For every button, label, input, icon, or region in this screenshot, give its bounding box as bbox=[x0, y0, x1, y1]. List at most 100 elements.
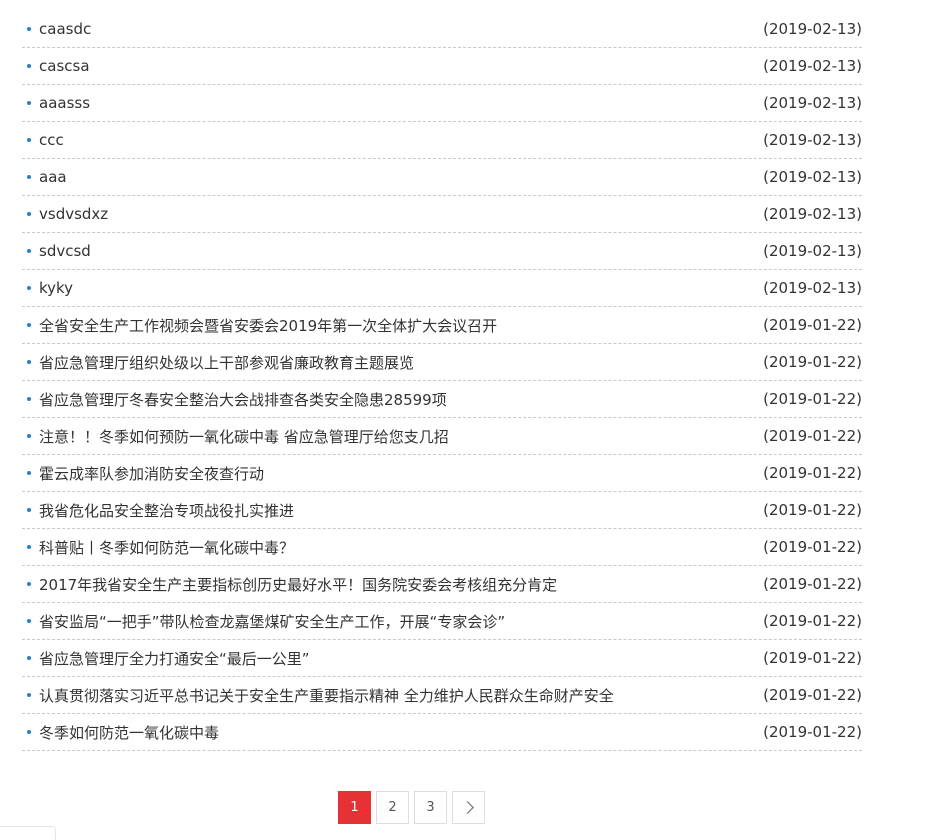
news-title-link[interactable]: kyky bbox=[39, 279, 73, 297]
bullet-icon bbox=[27, 471, 31, 475]
news-title-link[interactable]: cascsa bbox=[39, 57, 90, 75]
news-list-item[interactable]: 省应急管理厅组织处级以上干部参观省廉政教育主题展览 (2019-01-22) bbox=[22, 344, 862, 381]
news-title-link[interactable]: 省安监局“一把手”带队检查龙嘉堡煤矿安全生产工作，开展“专家会诊” bbox=[39, 611, 505, 632]
news-title-link[interactable]: aaasss bbox=[39, 94, 90, 112]
news-date: (2019-02-13) bbox=[763, 57, 862, 75]
news-list-item[interactable]: 认真贯彻落实习近平总书记关于安全生产重要指示精神 全力维护人民群众生命财产安全 (… bbox=[22, 677, 862, 714]
news-list-item[interactable]: kyky (2019-02-13) bbox=[22, 270, 862, 307]
news-date: (2019-01-22) bbox=[763, 501, 862, 519]
news-date: (2019-01-22) bbox=[763, 353, 862, 371]
bullet-icon bbox=[27, 730, 31, 734]
bullet-icon bbox=[27, 101, 31, 105]
news-title-wrap: 科普贴丨冬季如何防范一氧化碳中毒？ bbox=[22, 537, 751, 558]
bullet-icon bbox=[27, 138, 31, 142]
news-title-wrap: 注意！！冬季如何预防一氧化碳中毒 省应急管理厅给您支几招 bbox=[22, 426, 751, 447]
bullet-icon bbox=[27, 27, 31, 31]
bullet-icon bbox=[27, 323, 31, 327]
news-date: (2019-02-13) bbox=[763, 131, 862, 149]
news-list-item[interactable]: 省应急管理厅全力打通安全“最后一公里” (2019-01-22) bbox=[22, 640, 862, 677]
news-title-link[interactable]: vsdvsdxz bbox=[39, 205, 108, 223]
news-title-wrap: sdvcsd bbox=[22, 242, 751, 260]
bullet-icon bbox=[27, 656, 31, 660]
news-title-wrap: 省应急管理厅全力打通安全“最后一公里” bbox=[22, 648, 751, 669]
news-title-link[interactable]: 2017年我省安全生产主要指标创历史最好水平！国务院安委会考核组充分肯定 bbox=[39, 574, 557, 595]
news-title-link[interactable]: sdvcsd bbox=[39, 242, 91, 260]
news-title-link[interactable]: aaa bbox=[39, 168, 67, 186]
news-list-item[interactable]: 注意！！冬季如何预防一氧化碳中毒 省应急管理厅给您支几招 (2019-01-22) bbox=[22, 418, 862, 455]
news-title-wrap: 认真贯彻落实习近平总书记关于安全生产重要指示精神 全力维护人民群众生命财产安全 bbox=[22, 685, 751, 706]
news-title-wrap: 全省安全生产工作视频会暨省安委会2019年第一次全体扩大会议召开 bbox=[22, 315, 751, 336]
news-list-item[interactable]: cascsa (2019-02-13) bbox=[22, 48, 862, 85]
bullet-icon bbox=[27, 693, 31, 697]
news-title-wrap: 省应急管理厅冬春安全整治大会战排查各类安全隐患28599项 bbox=[22, 389, 751, 410]
bullet-icon bbox=[27, 286, 31, 290]
page-2-button[interactable]: 2 bbox=[376, 791, 409, 824]
news-list-item[interactable]: 冬季如何防范一氧化碳中毒 (2019-01-22) bbox=[22, 714, 862, 751]
news-title-link[interactable]: 全省安全生产工作视频会暨省安委会2019年第一次全体扩大会议召开 bbox=[39, 315, 497, 336]
news-list: caasdc (2019-02-13) cascsa (2019-02-13) aaas… bbox=[22, 11, 862, 751]
page-3-button[interactable]: 3 bbox=[414, 791, 447, 824]
news-list-item[interactable]: vsdvsdxz (2019-02-13) bbox=[22, 196, 862, 233]
page-1-button[interactable]: 1 bbox=[338, 791, 371, 824]
news-date: (2019-02-13) bbox=[763, 20, 862, 38]
news-list-item[interactable]: 我省危化品安全整治专项战役扎实推进 (2019-01-22) bbox=[22, 492, 862, 529]
news-date: (2019-02-13) bbox=[763, 242, 862, 260]
news-title-link[interactable]: 我省危化品安全整治专项战役扎实推进 bbox=[39, 500, 294, 521]
news-date: (2019-01-22) bbox=[763, 686, 862, 704]
bullet-icon bbox=[27, 582, 31, 586]
news-title-wrap: vsdvsdxz bbox=[22, 205, 751, 223]
news-title-wrap: 省应急管理厅组织处级以上干部参观省廉政教育主题展览 bbox=[22, 352, 751, 373]
news-title-wrap: 冬季如何防范一氧化碳中毒 bbox=[22, 722, 751, 743]
news-title-wrap: cascsa bbox=[22, 57, 751, 75]
news-date: (2019-01-22) bbox=[763, 723, 862, 741]
bullet-icon bbox=[27, 434, 31, 438]
bullet-icon bbox=[27, 175, 31, 179]
news-date: (2019-01-22) bbox=[763, 575, 862, 593]
news-list-item[interactable]: caasdc (2019-02-13) bbox=[22, 11, 862, 48]
bullet-icon bbox=[27, 212, 31, 216]
news-list-item[interactable]: aaa (2019-02-13) bbox=[22, 159, 862, 196]
news-list-item[interactable]: sdvcsd (2019-02-13) bbox=[22, 233, 862, 270]
news-date: (2019-01-22) bbox=[763, 612, 862, 630]
news-title-link[interactable]: ccc bbox=[39, 131, 64, 149]
next-page-button[interactable] bbox=[452, 791, 485, 824]
news-list-item[interactable]: 霍云成率队参加消防安全夜查行动 (2019-01-22) bbox=[22, 455, 862, 492]
news-date: (2019-01-22) bbox=[763, 649, 862, 667]
news-title-link[interactable]: 冬季如何防范一氧化碳中毒 bbox=[39, 722, 219, 743]
news-title-wrap: ccc bbox=[22, 131, 751, 149]
news-list-item[interactable]: 科普贴丨冬季如何防范一氧化碳中毒？ (2019-01-22) bbox=[22, 529, 862, 566]
news-title-wrap: aaa bbox=[22, 168, 751, 186]
news-title-link[interactable]: 注意！！冬季如何预防一氧化碳中毒 省应急管理厅给您支几招 bbox=[39, 426, 449, 447]
bullet-icon bbox=[27, 64, 31, 68]
bullet-icon bbox=[27, 619, 31, 623]
news-date: (2019-01-22) bbox=[763, 538, 862, 556]
news-title-wrap: aaasss bbox=[22, 94, 751, 112]
news-title-wrap: 省安监局“一把手”带队检查龙嘉堡煤矿安全生产工作，开展“专家会诊” bbox=[22, 611, 751, 632]
news-title-link[interactable]: caasdc bbox=[39, 20, 91, 38]
news-date: (2019-02-13) bbox=[763, 168, 862, 186]
news-date: (2019-02-13) bbox=[763, 279, 862, 297]
news-date: (2019-01-22) bbox=[763, 427, 862, 445]
chevron-right-icon bbox=[460, 801, 474, 814]
news-date: (2019-02-13) bbox=[763, 94, 862, 112]
news-title-link[interactable]: 科普贴丨冬季如何防范一氧化碳中毒？ bbox=[39, 537, 294, 558]
news-title-wrap: 我省危化品安全整治专项战役扎实推进 bbox=[22, 500, 751, 521]
news-date: (2019-02-13) bbox=[763, 205, 862, 223]
news-list-item[interactable]: 2017年我省安全生产主要指标创历史最好水平！国务院安委会考核组充分肯定 (201… bbox=[22, 566, 862, 603]
news-title-wrap: kyky bbox=[22, 279, 751, 297]
news-title-link[interactable]: 省应急管理厅全力打通安全“最后一公里” bbox=[39, 648, 310, 669]
news-list-item[interactable]: ccc (2019-02-13) bbox=[22, 122, 862, 159]
news-title-link[interactable]: 霍云成率队参加消防安全夜查行动 bbox=[39, 463, 264, 484]
news-date: (2019-01-22) bbox=[763, 390, 862, 408]
news-list-item[interactable]: 全省安全生产工作视频会暨省安委会2019年第一次全体扩大会议召开 (2019-01… bbox=[22, 307, 862, 344]
news-title-wrap: caasdc bbox=[22, 20, 751, 38]
news-title-link[interactable]: 省应急管理厅组织处级以上干部参观省廉政教育主题展览 bbox=[39, 352, 414, 373]
news-list-item[interactable]: 省应急管理厅冬春安全整治大会战排查各类安全隐患28599项 (2019-01-22… bbox=[22, 381, 862, 418]
bullet-icon bbox=[27, 545, 31, 549]
news-title-wrap: 2017年我省安全生产主要指标创历史最好水平！国务院安委会考核组充分肯定 bbox=[22, 574, 751, 595]
news-list-item[interactable]: 省安监局“一把手”带队检查龙嘉堡煤矿安全生产工作，开展“专家会诊” (2019-0… bbox=[22, 603, 862, 640]
news-date: (2019-01-22) bbox=[763, 464, 862, 482]
news-title-link[interactable]: 认真贯彻落实习近平总书记关于安全生产重要指示精神 全力维护人民群众生命财产安全 bbox=[39, 685, 614, 706]
news-list-item[interactable]: aaasss (2019-02-13) bbox=[22, 85, 862, 122]
news-title-link[interactable]: 省应急管理厅冬春安全整治大会战排查各类安全隐患28599项 bbox=[39, 389, 447, 410]
